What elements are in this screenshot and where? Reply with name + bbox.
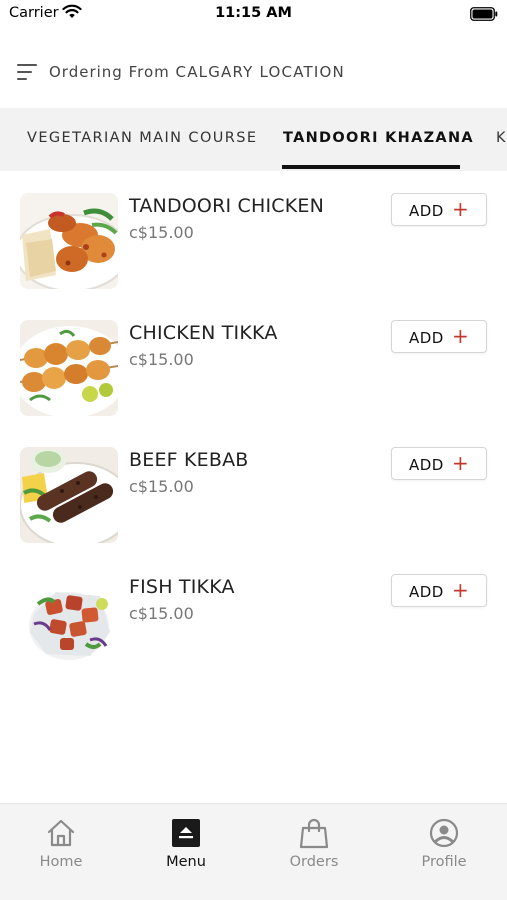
- nav-orders-label: Orders: [289, 854, 339, 870]
- profile-icon: [429, 818, 459, 848]
- add-button-label: ADD: [409, 456, 444, 474]
- nav-home[interactable]: Home: [1, 804, 121, 900]
- plus-icon: +: [452, 578, 469, 602]
- tab-tandoori-khazana[interactable]: TANDOORI KHAZANA: [283, 108, 474, 171]
- add-button-label: ADD: [409, 329, 444, 347]
- item-name: CHICKEN TIKKA: [129, 322, 278, 344]
- bag-icon: [299, 818, 329, 849]
- tab-next-category[interactable]: K: [496, 108, 507, 171]
- filter-lines-icon[interactable]: [16, 62, 38, 82]
- plus-icon: +: [452, 324, 469, 348]
- active-tab-indicator: [282, 165, 460, 169]
- menu-icon: [172, 819, 200, 847]
- home-icon: [47, 819, 75, 847]
- add-button[interactable]: ADD +: [391, 320, 487, 353]
- menu-item[interactable]: FISH TIKKA c$15.00 ADD +: [0, 574, 507, 674]
- nav-menu[interactable]: Menu: [126, 804, 246, 900]
- add-button-label: ADD: [409, 583, 444, 601]
- item-price: c$15.00: [129, 477, 194, 496]
- plus-icon: +: [452, 451, 469, 475]
- item-price: c$15.00: [129, 604, 194, 623]
- plus-icon: +: [452, 197, 469, 221]
- category-tabs: VEGETARIAN MAIN COURSE TANDOORI KHAZANA …: [0, 108, 507, 171]
- status-bar: Carrier 11:15 AM: [0, 0, 507, 30]
- item-price: c$15.00: [129, 223, 194, 242]
- nav-home-label: Home: [39, 854, 83, 870]
- item-name: BEEF KEBAB: [129, 449, 249, 471]
- app-header: Ordering From CALGARY LOCATION: [0, 48, 507, 96]
- clock: 11:15 AM: [215, 5, 292, 21]
- tandoori-chicken-image: [20, 193, 118, 289]
- add-button[interactable]: ADD +: [391, 193, 487, 226]
- item-name: TANDOORI CHICKEN: [129, 195, 325, 217]
- nav-profile[interactable]: Profile: [384, 804, 504, 900]
- item-name: FISH TIKKA: [129, 576, 235, 598]
- bottom-navigation: Home Menu Orders Profile: [0, 803, 507, 900]
- add-button[interactable]: ADD +: [391, 574, 487, 607]
- nav-profile-label: Profile: [421, 854, 467, 870]
- nav-orders[interactable]: Orders: [254, 804, 374, 900]
- ordering-prefix: Ordering From: [49, 63, 170, 81]
- item-price: c$15.00: [129, 350, 194, 369]
- menu-item[interactable]: CHICKEN TIKKA c$15.00 ADD +: [0, 320, 507, 420]
- ordering-location[interactable]: Ordering From CALGARY LOCATION: [49, 63, 345, 81]
- add-button-label: ADD: [409, 202, 444, 220]
- battery-icon: [470, 7, 498, 21]
- location-name: CALGARY LOCATION: [175, 63, 345, 81]
- tab-vegetarian-main-course[interactable]: VEGETARIAN MAIN COURSE: [27, 108, 257, 171]
- chicken-tikka-image: [20, 320, 118, 416]
- beef-kebab-image: [20, 447, 118, 543]
- fish-tikka-image: [20, 574, 118, 670]
- menu-item[interactable]: TANDOORI CHICKEN c$15.00 ADD +: [0, 193, 507, 293]
- add-button[interactable]: ADD +: [391, 447, 487, 480]
- nav-menu-label: Menu: [166, 854, 206, 870]
- menu-item[interactable]: BEEF KEBAB c$15.00 ADD +: [0, 447, 507, 547]
